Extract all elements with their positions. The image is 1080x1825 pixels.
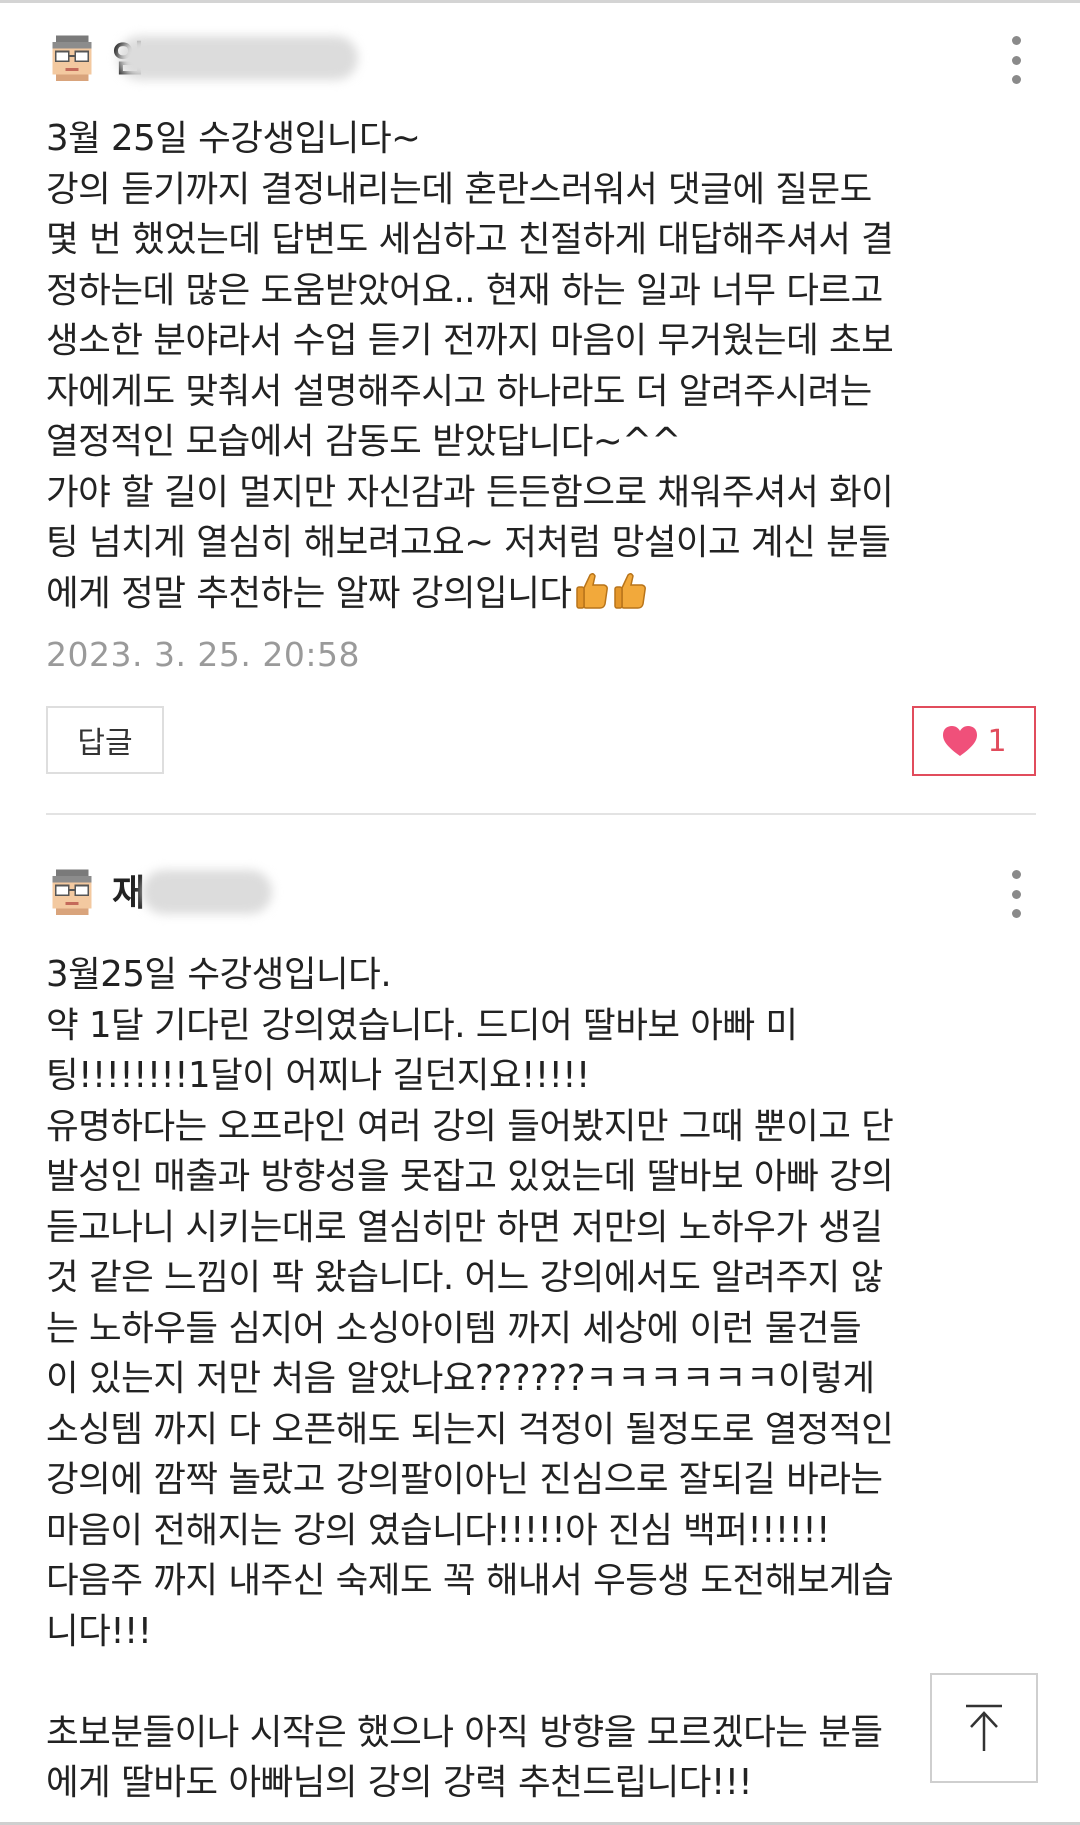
comment-line: 에게 딸바도 아빠님의 강의 강력 추천드립니다!!! [46,1762,753,1803]
thumbs-up-icon [613,572,646,609]
comment-line: 발성인 매출과 방향성을 못잡고 있었는데 딸바보 아빠 강의 [46,1156,894,1197]
more-vertical-icon[interactable] [996,34,1036,86]
comment-line: 이 있는지 저만 처음 알았나요??????ㅋㅋㅋㅋㅋㅋ이렇게 [46,1358,875,1399]
reply-button[interactable]: 답글 [46,706,164,774]
more-vertical-icon[interactable] [996,868,1036,920]
comment-line: 3월 25일 수강생입니다~ [46,118,421,159]
like-count: 1 [987,723,1007,759]
arrow-up-to-top-icon [966,1704,1002,1751]
comment-line: 다음주 까지 내주신 숙제도 꼭 해내서 우등생 도전해보게습 [46,1560,894,1601]
comment-text: 3월25일 수강생입니다. 약 1달 기다린 강의였습니다. 드디어 딸바보 아… [46,950,1036,1809]
comment-header: 임 [46,28,1036,92]
comment-line-blank [46,1657,1036,1708]
comment-timestamp: 2023. 3. 25. 20:58 [46,635,361,674]
like-button[interactable]: 1 [912,706,1036,776]
comment-line: 강의 듣기까지 결정내리는데 혼란스러워서 댓글에 질문도 [46,168,872,210]
author-name[interactable]: 재 [112,874,145,914]
comment-line: 약 1달 기다린 강의였습니다. 드디어 딸바보 아빠 미 [46,1004,798,1046]
comment-divider [46,813,1036,815]
comment-line: 자에게도 맞춰서 설명해주시고 하나라도 더 알려주시려는 [46,370,872,412]
comment-line: 3월25일 수강생입니다. [46,954,392,995]
thumbs-up-icon [575,572,608,609]
avatar-icon[interactable] [46,866,98,918]
comment-line: 듣고나니 시키는대로 열심히만 하면 저만의 노하우가 생길 [46,1206,883,1248]
comment-actions: 답글 1 [46,706,1036,776]
comment-line-last: 에게 정말 추천하는 알짜 강의입니다 [46,569,1036,620]
comment-item: 임 3월 25일 수강생입니다~ 강의 듣기까지 결정내리는데 혼란스러워서 댓… [46,28,1036,776]
comment-line: 가야 할 길이 멀지만 자신감과 든든함으로 채워주셔서 화이 [46,471,894,513]
comment-line: 팅 넘치게 열심히 해보려고요~ 저처럼 망설이고 계신 분들 [46,522,891,563]
comment-line: 열정적인 모습에서 감동도 받았답니다~^^ [46,421,681,462]
comment-line: 는 노하우들 심지어 소싱아이템 까지 세상에 이런 물건들 [46,1307,862,1349]
comment-line: 니다!!! [46,1610,152,1652]
comment-line: 팅!!!!!!!!1달이 어찌나 길던지요!!!!! [46,1055,590,1096]
avatar-icon[interactable] [46,32,98,84]
author-name-blur [118,36,358,80]
comment-line-text: 에게 정말 추천하는 알짜 강의입니다 [46,572,572,614]
comment-line: 마음이 전해지는 강의 였습니다!!!!!아 진심 백퍼!!!!!! [46,1509,830,1551]
comment-line: 소싱템 까지 다 오픈해도 되는지 걱정이 될정도로 열정적인 [46,1408,894,1450]
comment-line: 강의에 깜짝 놀랐고 강의팔이아닌 진심으로 잘되길 바라는 [46,1459,883,1500]
comment-line: 초보분들이나 시작은 했으나 아직 방향을 모르겠다는 분들 [46,1711,883,1753]
comment-header: 재 [46,862,1036,926]
top-border [0,0,1080,3]
comment-line: 것 같은 느낌이 팍 왔습니다. 어느 강의에서도 알려주지 않 [46,1257,883,1298]
comment-text: 3월 25일 수강생입니다~ 강의 듣기까지 결정내리는데 혼란스러워서 댓글에… [46,114,1036,619]
comment-line: 유명하다는 오프라인 여러 강의 들어봤지만 그때 뿐이고 단 [46,1105,894,1147]
comment-line: 몇 번 했었는데 답변도 세심하고 친절하게 대답해주셔서 결 [46,219,894,260]
scroll-to-top-button[interactable] [930,1673,1038,1783]
author-name-blur [142,870,272,914]
comments-page: 임 3월 25일 수강생입니다~ 강의 듣기까지 결정내리는데 혼란스러워서 댓… [0,0,1080,1825]
comment-line: 정하는데 많은 도움받았어요.. 현재 하는 일과 너무 다르고 [46,269,883,311]
comment-item: 재 3월25일 수강생입니다. 약 1달 기다린 강의였습니다. 드디어 딸바보… [46,862,1036,1809]
heart-icon [943,726,978,756]
comment-line: 생소한 분야라서 수업 듣기 전까지 마음이 무거웠는데 초보 [46,320,894,361]
